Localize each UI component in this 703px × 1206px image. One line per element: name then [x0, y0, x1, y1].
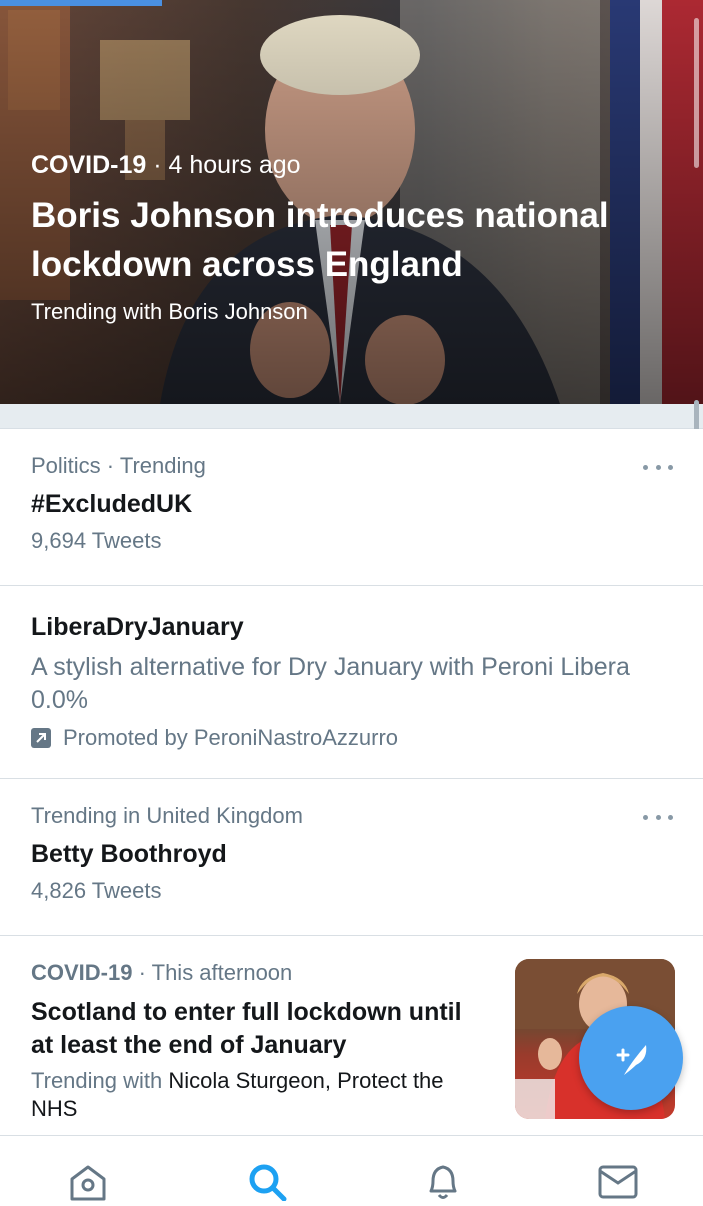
promoted-by-text: Promoted by PeroniNastroAzzurro — [63, 725, 399, 750]
scroll-indicator — [694, 18, 699, 168]
section-divider — [0, 404, 703, 429]
trend-name: LiberaDryJanuary — [31, 613, 244, 641]
news-headline: Scotland to enter full lockdown until at… — [31, 998, 462, 1059]
news-meta: COVID-19 · This afternoon — [31, 958, 463, 988]
trend-name: #ExcludedUK — [31, 490, 193, 518]
trend-meta: Trending in United Kingdom — [31, 803, 303, 828]
home-icon — [70, 1165, 106, 1201]
trend-meta: Politics · Trending — [31, 453, 206, 478]
more-options-icon[interactable] — [643, 807, 673, 827]
news-time: · This afternoon — [132, 960, 293, 985]
bottom-tab-bar — [0, 1135, 703, 1202]
news-trending-prefix: Trending with — [31, 1068, 169, 1093]
hero-trending-with: Trending with Boris Johnson — [31, 299, 308, 324]
news-topic: COVID-19 — [31, 960, 133, 985]
promoted-trend-item[interactable]: LiberaDryJanuary A stylish alternative f… — [0, 586, 703, 779]
trend-count: 4,826 Tweets — [31, 878, 162, 903]
news-trending-with: Trending with Nicola Sturgeon, Protect t… — [31, 1067, 463, 1123]
trend-count: 9,694 Tweets — [31, 528, 162, 553]
trend-description: A stylish alternative for Dry January wi… — [31, 653, 630, 714]
promoted-label: Promoted by PeroniNastroAzzurro — [31, 723, 673, 753]
page-load-progress — [0, 0, 703, 6]
trend-name: Betty Boothroyd — [31, 840, 227, 868]
tab-search[interactable] — [244, 1161, 288, 1202]
tab-messages[interactable] — [596, 1161, 640, 1201]
mail-icon — [598, 1165, 638, 1199]
promoted-icon — [31, 728, 51, 748]
bell-icon — [429, 1165, 457, 1199]
hero-news-card[interactable]: COVID-19 · 4 hours ago Boris Johnson int… — [0, 0, 703, 404]
hero-time: · 4 hours ago — [146, 151, 301, 179]
hero-topic: COVID-19 — [31, 151, 147, 179]
tab-notifications[interactable] — [421, 1161, 465, 1201]
trend-item-excludeduk[interactable]: Politics · Trending #ExcludedUK 9,694 Tw… — [0, 429, 703, 586]
more-options-icon[interactable] — [643, 457, 673, 477]
trend-item-betty-boothroyd[interactable]: Trending in United Kingdom Betty Boothro… — [0, 779, 703, 936]
tab-home[interactable] — [66, 1161, 110, 1201]
hero-meta: COVID-19 · 4 hours ago — [31, 148, 651, 182]
compose-tweet-button[interactable] — [579, 1006, 683, 1110]
compose-feather-icon — [616, 1045, 647, 1075]
search-icon — [249, 1164, 287, 1202]
hero-headline[interactable]: Boris Johnson introduces national lockdo… — [31, 191, 651, 289]
